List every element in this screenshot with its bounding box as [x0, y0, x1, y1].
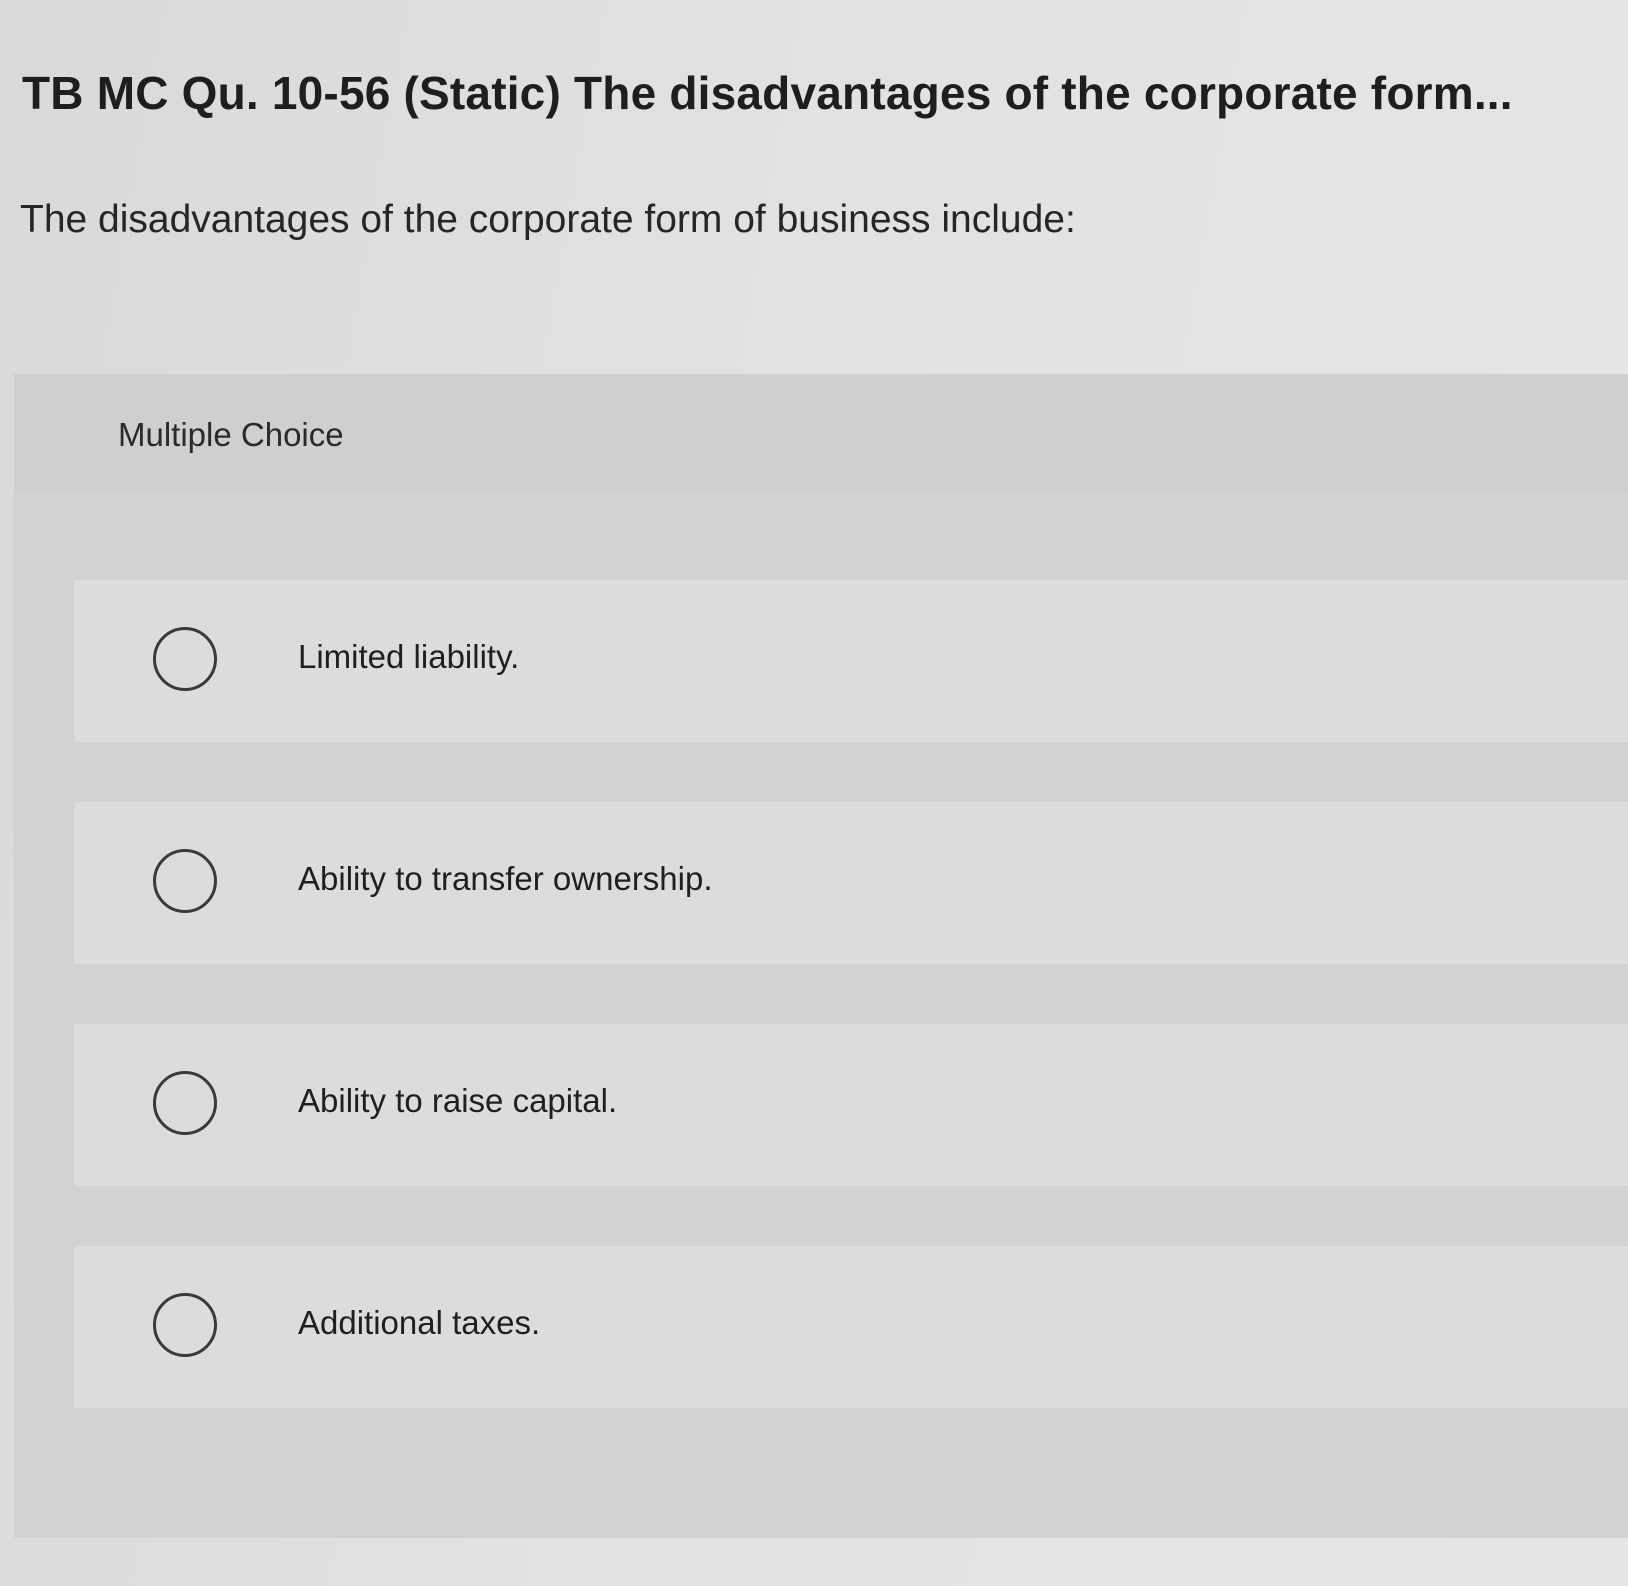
radio-button-icon[interactable] [153, 1071, 217, 1135]
answer-option[interactable]: Ability to transfer ownership. [74, 802, 1628, 964]
answer-option-label[interactable]: Limited liability. [298, 638, 519, 676]
radio-button-icon[interactable] [153, 1293, 217, 1357]
answer-option[interactable]: Limited liability. [74, 580, 1628, 742]
answer-option-label[interactable]: Ability to raise capital. [298, 1082, 617, 1120]
question-title: TB MC Qu. 10-56 (Static) The disadvantag… [22, 67, 1513, 119]
multiple-choice-header: Multiple Choice [14, 374, 1628, 492]
radio-button-icon[interactable] [153, 627, 217, 691]
question-page: TB MC Qu. 10-56 (Static) The disadvantag… [0, 0, 1628, 1586]
radio-button-icon[interactable] [153, 849, 217, 913]
answer-options-list: Limited liability. Ability to transfer o… [74, 580, 1628, 1468]
answer-option-label[interactable]: Ability to transfer ownership. [298, 860, 713, 898]
multiple-choice-panel: Multiple Choice Limited liability. Abili… [14, 374, 1628, 1538]
answer-option[interactable]: Additional taxes. [74, 1246, 1628, 1408]
multiple-choice-label: Multiple Choice [118, 416, 344, 453]
answer-option[interactable]: Ability to raise capital. [74, 1024, 1628, 1186]
answer-option-label[interactable]: Additional taxes. [298, 1304, 540, 1342]
question-prompt: The disadvantages of the corporate form … [20, 198, 1076, 241]
